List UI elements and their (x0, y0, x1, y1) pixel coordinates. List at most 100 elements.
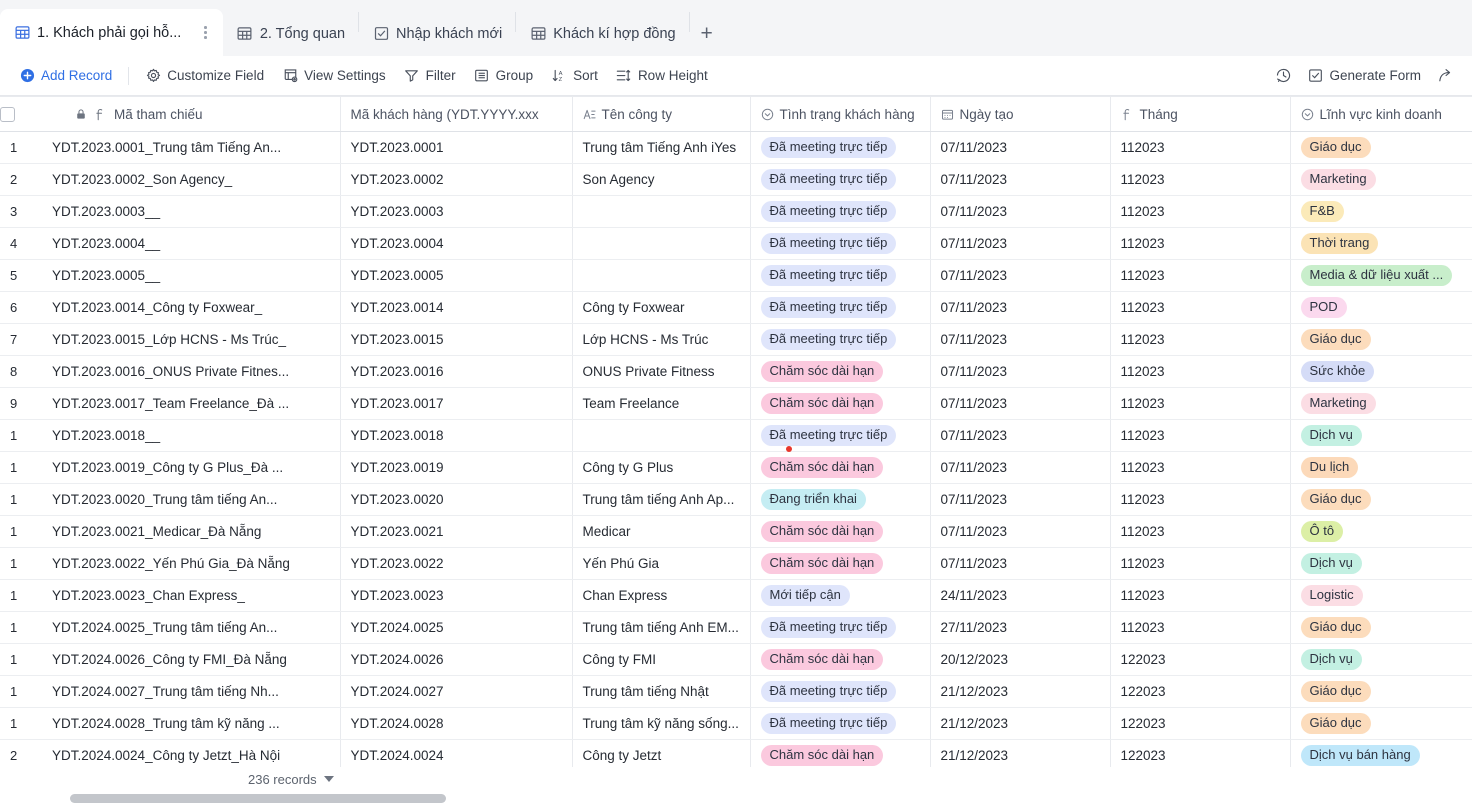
cell-month[interactable]: 112023 (1110, 419, 1291, 452)
cell-code[interactable]: YDT.2024.0026 (340, 643, 573, 676)
cell-industry[interactable]: Giáo dục (1290, 707, 1472, 740)
cell-month[interactable]: 112023 (1110, 163, 1291, 196)
cell-industry[interactable]: Media & dữ liệu xuất ... (1290, 259, 1472, 292)
column-header-status[interactable]: Tình trạng khách hàng (750, 96, 931, 132)
cell-code[interactable]: YDT.2023.0020 (340, 483, 573, 516)
cell-code[interactable]: YDT.2024.0025 (340, 611, 573, 644)
cell-comp[interactable]: Medicar (572, 515, 751, 548)
cell-ref[interactable]: YDT.2024.0028_Trung tâm kỹ năng ... (18, 707, 341, 740)
sort-button[interactable]: A Z Sort (542, 63, 607, 89)
select-all-checkbox[interactable] (0, 106, 15, 122)
cell-industry[interactable]: Giáo dục (1290, 611, 1472, 644)
cell-month[interactable]: 112023 (1110, 387, 1291, 420)
table-row[interactable]: 6 YDT.2023.0014_Công ty Foxwear_ YDT.2023.… (0, 291, 1472, 324)
cell-status[interactable]: Đã meeting trực tiếp (750, 323, 931, 356)
cell-code[interactable]: YDT.2023.0001 (340, 131, 573, 164)
cell-status[interactable]: Chăm sóc dài hạn (750, 515, 931, 548)
cell-industry[interactable]: Giáo dục (1290, 323, 1472, 356)
cell-status[interactable]: Đã meeting trực tiếp (750, 227, 931, 260)
cell-comp[interactable]: Son Agency (572, 163, 751, 196)
cell-comp[interactable]: Trung tâm tiếng Anh Ap... (572, 483, 751, 516)
cell-month[interactable]: 112023 (1110, 227, 1291, 260)
cell-month[interactable]: 112023 (1110, 451, 1291, 484)
generate-form-button[interactable]: Generate Form (1298, 63, 1430, 89)
cell-code[interactable]: YDT.2023.0022 (340, 547, 573, 580)
cell-industry[interactable]: Du lịch (1290, 451, 1472, 484)
cell-comp[interactable]: Lớp HCNS - Ms Trúc (572, 323, 751, 356)
cell-date[interactable]: 07/11/2023 (930, 451, 1111, 484)
cell-status[interactable]: Đã meeting trực tiếp (750, 419, 931, 452)
cell-month[interactable]: 112023 (1110, 195, 1291, 228)
cell-ref[interactable]: YDT.2023.0019_Công ty G Plus_Đà ... (18, 451, 341, 484)
cell-date[interactable]: 07/11/2023 (930, 291, 1111, 324)
cell-date[interactable]: 21/12/2023 (930, 675, 1111, 708)
cell-month[interactable]: 122023 (1110, 675, 1291, 708)
cell-month[interactable]: 112023 (1110, 259, 1291, 292)
cell-status[interactable]: Đã meeting trực tiếp (750, 195, 931, 228)
cell-status[interactable]: Đã meeting trực tiếp (750, 675, 931, 708)
cell-code[interactable]: YDT.2023.0017 (340, 387, 573, 420)
table-row[interactable]: 7 YDT.2023.0015_Lớp HCNS - Ms Trúc_ YDT.20… (0, 323, 1472, 356)
table-row[interactable]: 15YDT.2023.0023_Chan Express_YDT.2023.00… (0, 579, 1472, 612)
cell-industry[interactable]: Logistic (1290, 579, 1472, 612)
cell-comp[interactable]: Trung tâm kỹ năng sống... (572, 707, 751, 740)
cell-date[interactable]: 07/11/2023 (930, 483, 1111, 516)
cell-industry[interactable]: Ô tô (1290, 515, 1472, 548)
cell-comp[interactable]: Công ty FMI (572, 643, 751, 676)
cell-comp[interactable]: Công ty Foxwear (572, 291, 751, 324)
cell-industry[interactable]: Giáo dục (1290, 131, 1472, 164)
cell-month[interactable]: 122023 (1110, 707, 1291, 740)
cell-month[interactable]: 112023 (1110, 483, 1291, 516)
cell-comp[interactable]: ONUS Private Fitness (572, 355, 751, 388)
record-count-button[interactable]: 236 records (248, 772, 334, 787)
table-row[interactable]: 12YDT.2023.0020_Trung tâm tiếng An...YDT… (0, 483, 1472, 516)
cell-ref[interactable]: YDT.2023.0020_Trung tâm tiếng An... (18, 483, 341, 516)
cell-code[interactable]: YDT.2023.0002 (340, 163, 573, 196)
cell-status[interactable]: Chăm sóc dài hạn (750, 547, 931, 580)
column-header-ref[interactable]: Mã tham chiếu (18, 96, 341, 132)
group-button[interactable]: Group (465, 63, 543, 89)
table-row[interactable]: 16YDT.2024.0025_Trung tâm tiếng An...YDT… (0, 611, 1472, 644)
cell-status[interactable]: Chăm sóc dài hạn (750, 643, 931, 676)
cell-date[interactable]: 07/11/2023 (930, 419, 1111, 452)
cell-date[interactable]: 21/12/2023 (930, 707, 1111, 740)
cell-status[interactable]: Đã meeting trực tiếp (750, 291, 931, 324)
cell-industry[interactable]: F&B (1290, 195, 1472, 228)
cell-ref[interactable]: YDT.2023.0014_Công ty Foxwear_ (18, 291, 341, 324)
add-view-button[interactable]: + (690, 11, 724, 56)
tab-view-1[interactable]: 1. Khách phải gọi hỗ... (0, 9, 223, 56)
cell-ref[interactable]: YDT.2024.0024_Công ty Jetzt_Hà Nội (18, 739, 341, 767)
cell-comp[interactable] (572, 259, 751, 292)
cell-ref[interactable]: YDT.2023.0015_Lớp HCNS - Ms Trúc_ (18, 323, 341, 356)
cell-ref[interactable]: YDT.2024.0027_Trung tâm tiếng Nh... (18, 675, 341, 708)
cell-comp[interactable]: Team Freelance (572, 387, 751, 420)
select-all-header[interactable] (0, 96, 18, 132)
cell-date[interactable]: 07/11/2023 (930, 515, 1111, 548)
cell-ref[interactable]: YDT.2023.0001_Trung tâm Tiếng An... (18, 131, 341, 164)
cell-date[interactable]: 07/11/2023 (930, 547, 1111, 580)
cell-comp[interactable]: Trung tâm tiếng Anh EM... (572, 611, 751, 644)
column-header-code[interactable]: Mã khách hàng (YDT.YYYY.xxx (340, 96, 573, 132)
share-icon[interactable] (1430, 62, 1460, 90)
table-row[interactable]: 3 YDT.2023.0003__ YDT.2023.0003 Đã meeting … (0, 195, 1472, 228)
cell-status[interactable]: Chăm sóc dài hạn (750, 355, 931, 388)
cell-comp[interactable]: Yến Phú Gia (572, 547, 751, 580)
cell-date[interactable]: 07/11/2023 (930, 259, 1111, 292)
table-row[interactable]: 19YDT.2024.0028_Trung tâm kỹ năng ...YDT… (0, 707, 1472, 740)
cell-status[interactable]: Đã meeting trực tiếp (750, 259, 931, 292)
add-record-button[interactable]: Add Record (10, 63, 121, 89)
cell-status[interactable]: Đã meeting trực tiếp (750, 611, 931, 644)
tab-view-4[interactable]: Khách kí hợp đồng (516, 11, 688, 56)
cell-industry[interactable]: Thời trang (1290, 227, 1472, 260)
cell-ref[interactable]: YDT.2023.0003__ (18, 195, 341, 228)
cell-code[interactable]: YDT.2023.0005 (340, 259, 573, 292)
column-header-month[interactable]: Tháng (1110, 96, 1291, 132)
cell-code[interactable]: YDT.2023.0003 (340, 195, 573, 228)
cell-month[interactable]: 112023 (1110, 131, 1291, 164)
history-icon[interactable] (1268, 62, 1298, 90)
cell-ref[interactable]: YDT.2023.0016_ONUS Private Fitnes... (18, 355, 341, 388)
cell-month[interactable]: 122023 (1110, 643, 1291, 676)
table-row[interactable]: 18YDT.2024.0027_Trung tâm tiếng Nh...YDT… (0, 675, 1472, 708)
cell-comp[interactable]: Trung tâm tiếng Nhật (572, 675, 751, 708)
cell-month[interactable]: 112023 (1110, 355, 1291, 388)
